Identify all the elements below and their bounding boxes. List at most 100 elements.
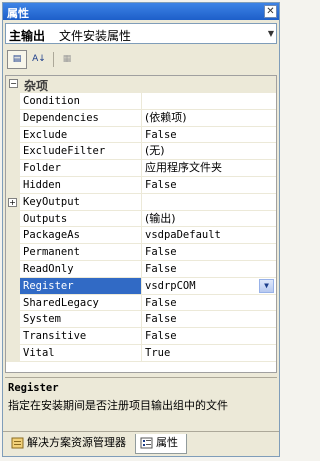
row-gutter <box>6 260 20 278</box>
property-value[interactable]: False <box>142 261 276 278</box>
property-name: ExcludeFilter <box>20 143 142 161</box>
property-row[interactable]: Register vsdrpCOM ▼ <box>6 277 276 295</box>
row-gutter <box>6 328 20 345</box>
property-row[interactable]: + KeyOutput <box>6 193 276 211</box>
property-row[interactable]: ExcludeFilter (无) <box>6 143 276 161</box>
description-pane: Register 指定在安装期间是否注册项目输出组中的文件 <box>5 377 277 425</box>
property-name: Outputs <box>20 210 142 228</box>
property-row[interactable]: Exclude False <box>6 126 276 144</box>
tab-properties[interactable]: 属性 <box>135 434 187 454</box>
property-value[interactable] <box>142 194 276 211</box>
property-value-text: False <box>145 330 177 343</box>
property-row[interactable]: Condition <box>6 93 276 110</box>
property-value[interactable]: vsdrpCOM ▼ <box>142 278 276 295</box>
property-value-text: True <box>145 346 171 359</box>
property-rows: Condition Dependencies (依赖项) Exclude False Ex… <box>6 93 276 362</box>
row-gutter <box>6 93 20 110</box>
property-value[interactable]: True <box>142 345 276 362</box>
property-name: Transitive <box>20 328 142 345</box>
row-gutter <box>6 126 20 144</box>
property-value-text: (依赖项) <box>145 110 187 124</box>
property-value-text: vsdpaDefault <box>145 229 221 242</box>
row-gutter <box>6 143 20 161</box>
alphabetical-button[interactable]: A↓ <box>29 50 49 69</box>
property-value-text: False <box>145 246 177 259</box>
property-value-text: False <box>145 262 177 275</box>
close-button[interactable]: ✕ <box>264 5 277 18</box>
tab-solution-explorer[interactable]: 解决方案资源管理器 <box>7 434 133 454</box>
property-pages-icon: ▦ <box>62 54 72 64</box>
categorized-icon: ▤ <box>12 54 22 64</box>
chevron-down-icon[interactable]: ▼ <box>259 278 274 293</box>
title-bar: 属性 ✕ <box>3 3 279 20</box>
tab-strip: 解决方案资源管理器 属性 <box>3 431 279 456</box>
close-icon: ✕ <box>266 6 275 17</box>
property-row[interactable]: ReadOnly False <box>6 260 276 278</box>
sort-alphabetical-icon: A↓ <box>32 54 46 64</box>
row-gutter <box>6 311 20 329</box>
property-value-text: False <box>145 178 177 191</box>
property-name: Dependencies <box>20 109 142 127</box>
property-value[interactable]: (输出) <box>142 211 276 228</box>
window-title: 属性 <box>7 7 29 20</box>
properties-icon <box>140 437 153 449</box>
property-value[interactable]: False <box>142 295 276 312</box>
object-name: 主输出 <box>9 29 46 43</box>
property-value[interactable]: (依赖项) <box>142 110 276 127</box>
category-row[interactable]: − 杂项 <box>6 76 276 93</box>
property-name: SharedLegacy <box>20 294 142 312</box>
row-gutter <box>6 210 20 228</box>
property-value[interactable]: 应用程序文件夹 <box>142 160 276 177</box>
property-value-text: False <box>145 296 177 309</box>
category-label: 杂项 <box>24 79 49 93</box>
property-row[interactable]: Transitive False <box>6 328 276 345</box>
property-name: System <box>20 311 142 329</box>
property-value[interactable]: False <box>142 127 276 144</box>
property-name: Folder <box>20 160 142 177</box>
property-row[interactable]: System False <box>6 311 276 329</box>
description-title: Register <box>8 382 59 394</box>
property-value[interactable]: False <box>142 177 276 194</box>
property-name: Condition <box>20 93 142 110</box>
property-row[interactable]: Outputs (输出) <box>6 210 276 228</box>
toolbar: ▤ A↓ ▦ <box>5 49 277 71</box>
property-value-text: False <box>145 313 177 326</box>
property-row[interactable]: PackageAs vsdpaDefault <box>6 227 276 245</box>
property-value[interactable]: False <box>142 311 276 329</box>
tab-label: 属性 <box>156 436 178 449</box>
property-grid: − 杂项 Condition Dependencies (依赖项) Exclude Fa… <box>5 75 277 373</box>
collapse-icon[interactable]: − <box>9 79 18 88</box>
object-type: 文件安装属性 <box>59 29 132 43</box>
property-value-text: (无) <box>145 144 165 158</box>
property-name: PackageAs <box>20 227 142 245</box>
property-name: Exclude <box>20 126 142 144</box>
property-pages-button[interactable]: ▦ <box>57 50 77 69</box>
property-name: Register <box>20 277 142 295</box>
property-row[interactable]: SharedLegacy False <box>6 294 276 312</box>
row-gutter <box>6 294 20 312</box>
property-name: KeyOutput <box>20 193 142 211</box>
property-value-text: False <box>145 128 177 141</box>
property-value[interactable]: False <box>142 244 276 261</box>
row-gutter <box>6 277 20 295</box>
expand-icon[interactable]: + <box>8 197 17 207</box>
description-text: 指定在安装期间是否注册项目输出组中的文件 <box>8 399 228 412</box>
object-selector[interactable]: 主输出 文件安装属性 ▼ <box>5 23 277 44</box>
property-value-text: vsdrpCOM <box>145 279 196 292</box>
property-value-text: 应用程序文件夹 <box>145 161 222 175</box>
property-value-text: (输出) <box>145 211 176 225</box>
property-row[interactable]: Permanent False <box>6 244 276 261</box>
property-row[interactable]: Hidden False <box>6 176 276 194</box>
tab-label: 解决方案资源管理器 <box>27 436 126 449</box>
property-row[interactable]: Dependencies (依赖项) <box>6 109 276 127</box>
property-value[interactable]: vsdpaDefault <box>142 227 276 245</box>
property-row[interactable]: Vital True <box>6 344 276 362</box>
property-name: Permanent <box>20 244 142 261</box>
property-value[interactable]: (无) <box>142 143 276 161</box>
property-value[interactable] <box>142 93 276 110</box>
categorized-button[interactable]: ▤ <box>7 50 27 69</box>
row-gutter <box>6 227 20 245</box>
property-value[interactable]: False <box>142 328 276 345</box>
chevron-down-icon[interactable]: ▼ <box>268 29 274 38</box>
property-row[interactable]: Folder 应用程序文件夹 <box>6 160 276 177</box>
